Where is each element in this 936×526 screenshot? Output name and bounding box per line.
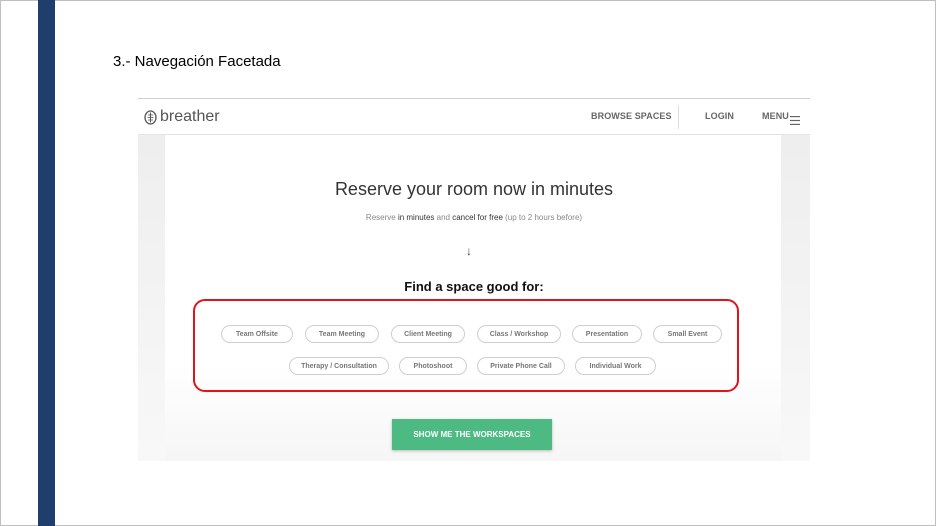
nav-divider [678,105,679,129]
annotation-highlight [193,299,739,392]
arrow-down-icon: ↓ [466,244,472,258]
show-workspaces-button[interactable]: SHOW ME THE WORKSPACES [392,419,552,450]
hamburger-menu-icon[interactable] [790,112,800,130]
slide-title: 3.- Navegación Facetada [113,53,281,70]
website-screenshot: breather BROWSE SPACES LOGIN MENU Reserv… [138,98,810,461]
nav-browse-spaces[interactable]: BROWSE SPACES [591,111,672,121]
find-space-title: Find a space good for: [404,279,544,294]
breather-logo-icon [144,109,157,125]
nav-menu[interactable]: MENU [762,111,789,121]
nav-login[interactable]: LOGIN [705,111,734,121]
site-header: breather BROWSE SPACES LOGIN MENU [138,99,810,135]
hero-sub-emphasis: in minutes [397,213,435,222]
hero-sub-emphasis: cancel for free [452,213,503,222]
hero-title: Reserve your room now in minutes [334,179,614,199]
logo-text: breather [160,108,220,125]
slide-accent-bar [38,0,55,526]
hero-sub-text: and [434,213,453,222]
hero-sub-text: (up to 2 hours before) [502,213,583,222]
hero-sub-text: Reserve [365,213,398,222]
site-logo[interactable]: breather [144,107,220,127]
hero-subtitle: Reserve in minutes and cancel for free (… [138,213,810,222]
